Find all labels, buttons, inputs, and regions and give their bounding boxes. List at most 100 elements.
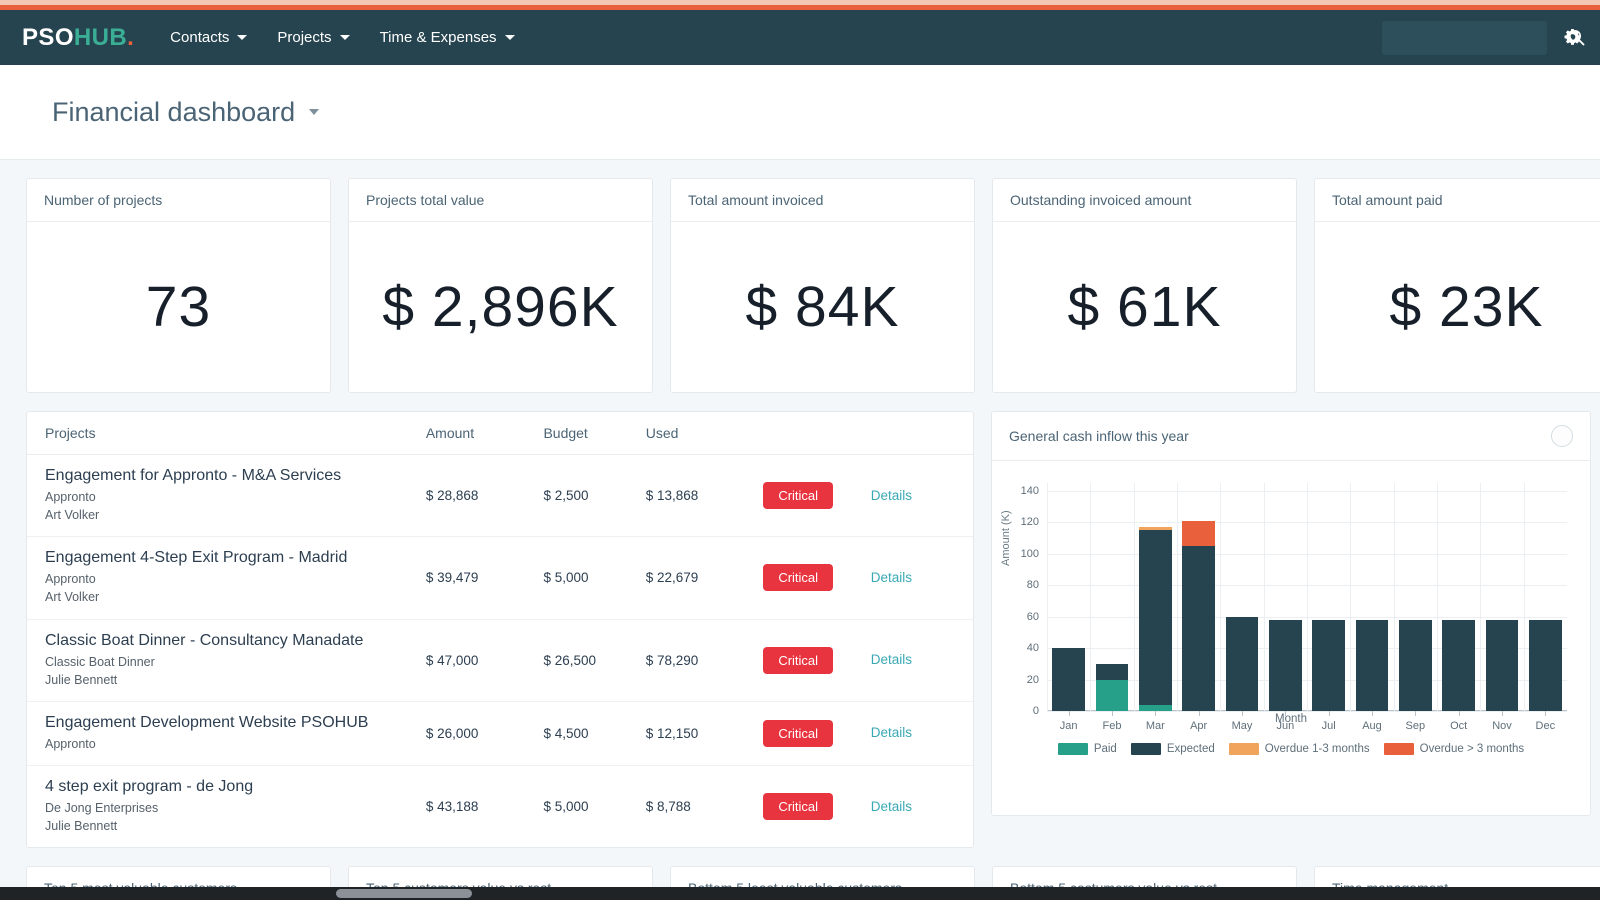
gear-icon[interactable] [1563,28,1582,47]
table-row[interactable]: 4 step exit program - de Jong De Jong Ent… [27,765,973,847]
details-link[interactable]: Details [871,725,912,740]
legend-swatch [1228,743,1259,755]
legend-item-overdue-3-months[interactable]: Overdue > 3 months [1383,743,1525,755]
table-row[interactable]: Engagement for Appronto - M&A Services Ap… [27,454,973,538]
details-link[interactable]: Details [871,799,912,814]
chart-bar-segment-expected [1528,619,1562,711]
cell-details: Details [870,454,973,538]
legend-item-overdue-1-3-months[interactable]: Overdue 1-3 months [1228,743,1370,755]
legend-label: Expected [1166,743,1215,755]
chart-bar-dec[interactable] [1528,619,1562,711]
chart-bar-nov[interactable] [1485,619,1519,711]
kpi-card-projects-total-value: Projects total value $ 2,896K [348,178,653,393]
project-person: Art Volker [45,590,100,605]
horizontal-scrollbar-thumb[interactable] [336,889,472,898]
column-header-projects[interactable]: Projects [27,412,426,455]
dashboard-selector-chevron-icon[interactable] [309,109,320,115]
kpi-card-body: $ 61K [993,222,1296,392]
table-row[interactable]: Engagement Development Website PSOHUB App… [27,701,973,766]
table-row[interactable]: Classic Boat Dinner - Consultancy Manada… [27,619,973,702]
chart-legend: Paid Expected Overdue 1-3 months Overdue > … [992,743,1590,755]
nav-item-time-expenses[interactable]: Time & Expenses [380,29,515,46]
nav-item-contacts[interactable]: Contacts [170,29,248,46]
column-header-used[interactable]: Used [645,412,764,455]
app-logo[interactable]: PSOHUB. [22,24,134,52]
legend-label: Overdue > 3 months [1419,743,1525,755]
legend-item-expected[interactable]: Expected [1130,743,1215,755]
chart-bar-oct[interactable] [1442,619,1476,711]
top-navbar: PSOHUB. Contacts Projects Time & Expense… [0,10,1600,65]
chart-plot-area: 0 20 40 60 80 100 120 140 Jan Feb Mar Apr May Jun Jul A… [1021,483,1567,732]
chart-bar-segment-expected [1312,619,1346,711]
chart-y-tick-label: 100 [1020,547,1039,560]
kpi-card-title: Total amount invoiced [671,179,974,222]
navbar-right-group [1382,20,1585,55]
chart-bar-jan[interactable] [1052,648,1086,711]
kpi-card-total-amount-invoiced: Total amount invoiced $ 84K [670,178,975,393]
column-header-amount[interactable]: Amount [425,412,544,455]
kpi-card-title: Number of projects [27,179,330,222]
cell-amount: $ 47,000 [425,619,544,702]
chart-y-tick-label: 60 [1026,610,1039,623]
project-company: Classic Boat Dinner [45,654,155,669]
chart-bar-apr[interactable] [1182,520,1216,711]
chart-bar-segment-expected [1398,619,1432,711]
chart-vertical-gridline [1350,483,1352,711]
chart-bar-aug[interactable] [1355,619,1389,711]
chart-bar-sep[interactable] [1398,619,1432,711]
kpi-value: $ 84K [745,275,900,339]
chart-bar-feb[interactable] [1095,663,1129,711]
nav-item-projects-label: Projects [277,29,332,46]
legend-label: Paid [1093,743,1117,755]
nav-item-projects[interactable]: Projects [277,29,350,46]
details-link[interactable]: Details [871,652,912,667]
chart-bar-jun[interactable] [1268,619,1302,711]
chart-bar-segment-paid [1095,679,1129,711]
chevron-down-icon [237,35,248,40]
chart-bar-segment-expected [1138,530,1172,705]
kpi-card-body: $ 84K [671,222,974,392]
cell-budget: $ 2,500 [543,454,646,538]
page-title-bar: Financial dashboard [0,65,1600,160]
chart-vertical-gridline [1393,483,1395,711]
kpi-card-number-of-projects: Number of projects 73 [26,178,331,393]
kpi-card-title: Total amount paid [1315,179,1600,222]
project-person: Julie Bennett [45,672,118,687]
chart-bar-segment-expected [1485,619,1519,711]
search-input[interactable] [1392,30,1568,45]
chart-bar-may[interactable] [1225,616,1259,711]
legend-item-paid[interactable]: Paid [1057,743,1117,755]
chevron-down-icon [504,35,515,40]
cell-used: $ 8,788 [645,799,691,814]
project-company: De Jong Enterprises [45,800,159,815]
chart-vertical-gridline [1220,483,1222,711]
chart-bar-segment-expected [1182,545,1216,711]
kpi-card-body: 73 [27,222,330,392]
chart-bar-mar[interactable] [1138,527,1172,711]
details-link[interactable]: Details [871,488,912,503]
kpi-value: 73 [145,275,212,339]
kpi-card-title: Projects total value [349,179,652,222]
table-row[interactable]: Engagement 4-Step Exit Program - Madrid A… [27,536,973,620]
projects-table-card: Projects Amount Budget Used Engagement f… [26,411,974,849]
projects-table: Projects Amount Budget Used Engagement f… [27,412,973,847]
cash-inflow-chart-card: General cash inflow this year Amount (K)… [991,411,1591,816]
chart-y-tick-label: 80 [1026,579,1039,592]
search-box[interactable] [1382,20,1585,55]
cell-status: Critical [763,536,871,620]
table-header-row: Projects Amount Budget Used [27,412,973,455]
horizontal-scrollbar[interactable] [0,887,1600,900]
chart-gridline [1047,711,1567,712]
kpi-value: $ 61K [1067,275,1222,339]
cell-details: Details [870,701,973,766]
cell-details: Details [870,619,973,702]
column-header-budget[interactable]: Budget [543,412,646,455]
details-link[interactable]: Details [871,570,912,585]
project-name: Engagement for Appronto - M&A Services [45,467,342,484]
chart-options-toggle[interactable] [1551,425,1573,447]
cell-status: Critical [763,619,871,702]
middle-row: Projects Amount Budget Used Engagement f… [26,411,1600,849]
chart-bar-jul[interactable] [1312,619,1346,711]
cell-used: $ 13,868 [645,454,764,538]
project-person: Julie Bennett [45,819,118,833]
